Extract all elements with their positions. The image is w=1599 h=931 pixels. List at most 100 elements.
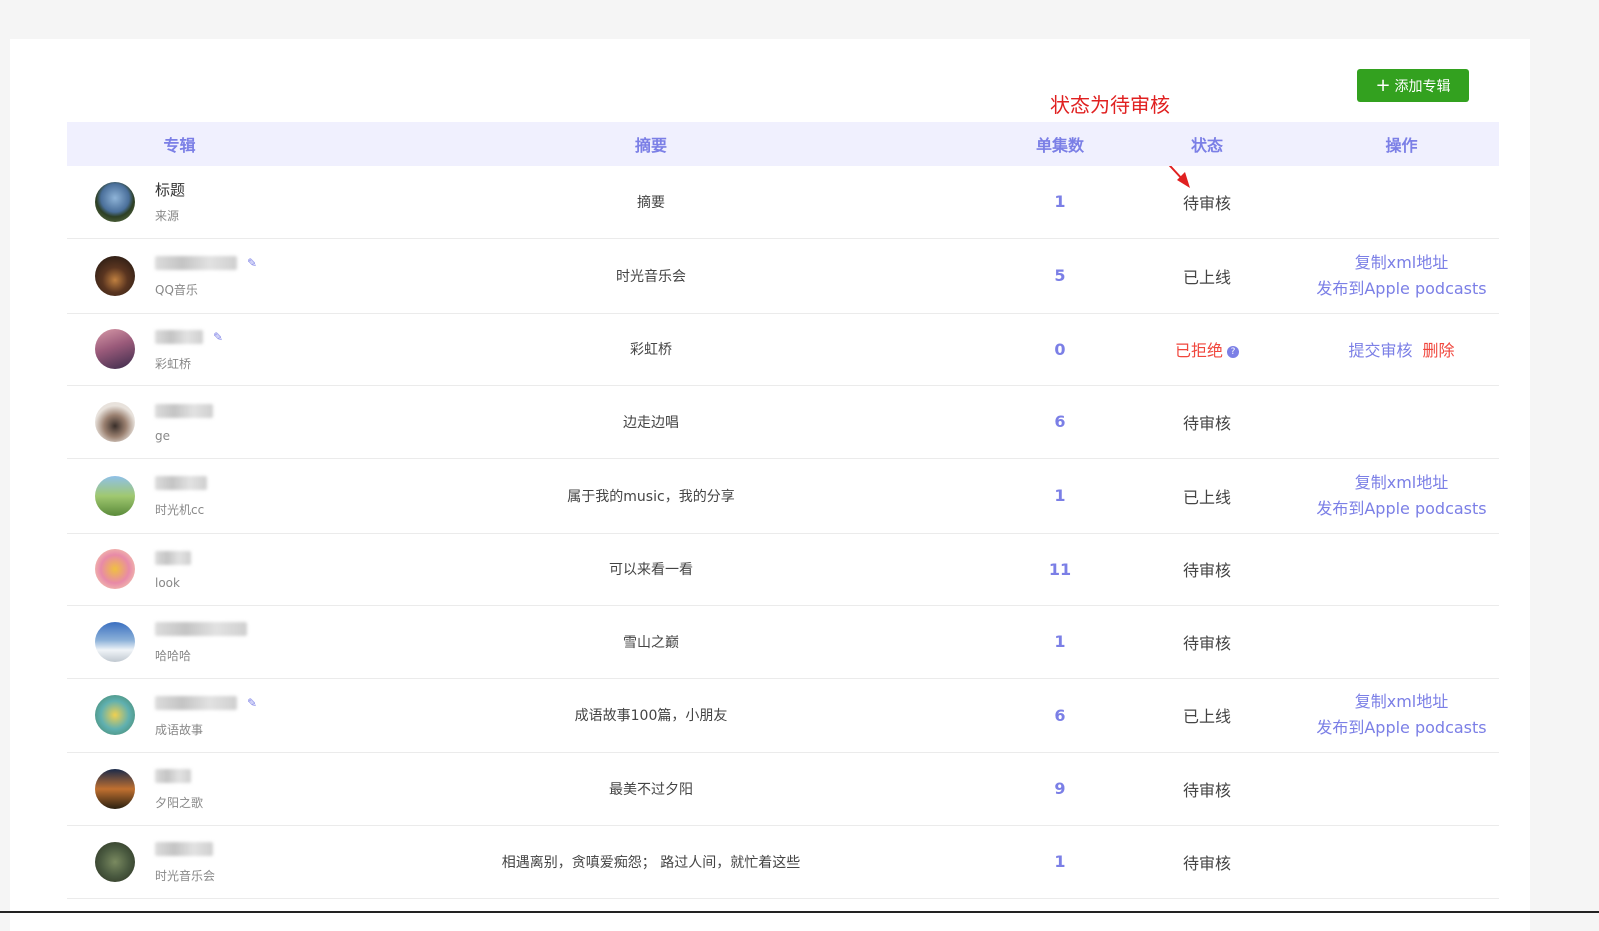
album-source: 来源 (155, 209, 180, 224)
album-source: look (155, 576, 180, 590)
album-title-redacted: ✎ (155, 327, 223, 347)
col-header-ops: 操作 (1385, 136, 1418, 155)
album-cell: ✎ QQ音乐 (67, 238, 292, 313)
help-icon[interactable]: ? (1227, 346, 1239, 358)
col-header-summary: 摘要 (634, 136, 667, 155)
episode-count[interactable]: 1 (1054, 632, 1065, 651)
status-cell: 待审核 (1110, 385, 1304, 458)
episode-count[interactable]: 1 (1054, 486, 1065, 505)
status-text: 已上线 (1182, 267, 1231, 287)
album-summary: 可以来看一看 (609, 562, 693, 578)
status-text: 待审核 (1182, 193, 1231, 213)
status-cell: 已拒绝? (1110, 313, 1304, 385)
add-album-button[interactable]: + 添加专辑 (1357, 69, 1469, 102)
album-cover[interactable] (95, 841, 135, 882)
delete-link[interactable]: 删除 (1423, 341, 1455, 360)
episode-count-cell: 9 (1010, 752, 1110, 825)
album-source: 成语故事 (155, 722, 204, 737)
status-text: 待审核 (1182, 633, 1231, 653)
album-cover[interactable] (95, 695, 135, 735)
album-cell: look (67, 533, 292, 605)
status-cell: 待审核 (1110, 825, 1304, 898)
album-source: QQ音乐 (155, 283, 198, 297)
copy-xml-link[interactable]: 复制xml地址 (1304, 250, 1499, 276)
album-cover[interactable] (95, 329, 135, 369)
album-cell: ge (67, 385, 292, 458)
redacted-title (155, 256, 237, 270)
col-header-status: 状态 (1190, 136, 1223, 155)
copy-xml-link[interactable]: 复制xml地址 (1304, 689, 1499, 715)
episode-count[interactable]: 6 (1054, 412, 1065, 431)
redacted-title (155, 403, 213, 418)
status-text: 已拒绝 (1174, 341, 1223, 360)
episode-count[interactable]: 11 (1049, 560, 1071, 579)
edit-icon[interactable]: ✎ (247, 696, 257, 710)
album-title-redacted (155, 619, 247, 639)
episode-count[interactable]: 9 (1054, 779, 1065, 798)
status-text: 已上线 (1182, 487, 1231, 507)
album-cover[interactable] (95, 255, 135, 296)
album-source: 彩虹桥 (155, 356, 192, 371)
episode-count-cell: 5 (1010, 238, 1110, 313)
table-row: ✎ 成语故事 成语故事100篇，小朋友 6 已上线 复制xml地址 发布到Apple pod… (67, 678, 1499, 752)
album-title-redacted: ✎ (155, 253, 257, 273)
album-title-redacted (155, 766, 203, 786)
episode-count[interactable]: 1 (1054, 192, 1065, 211)
episode-count-cell: 6 (1010, 678, 1110, 752)
album-source: 时光机cc (155, 503, 205, 517)
ops-cell: 提交审核 删除 (1304, 313, 1499, 385)
annotation-text: 状态为待审核 (1050, 93, 1170, 117)
album-summary: 边走边唱 (623, 414, 679, 431)
publish-apple-podcasts-link[interactable]: 发布到Apple podcasts (1304, 496, 1499, 522)
episode-count[interactable]: 6 (1054, 706, 1065, 725)
album-cover[interactable] (95, 401, 135, 442)
table-row: 时光音乐会 相遇离别，贪嗔爱痴怨； 路过人间，就忙着这些 1 待审核 (67, 825, 1499, 898)
ops-cell: 复制xml地址 发布到Apple podcasts (1304, 238, 1499, 313)
ops-cell (1304, 752, 1499, 825)
album-title-redacted (155, 401, 213, 421)
redacted-title (155, 622, 247, 636)
episode-count[interactable]: 0 (1054, 340, 1065, 359)
album-cover[interactable] (95, 621, 135, 662)
album-cover[interactable] (95, 475, 135, 516)
album-title: 标题 (155, 180, 186, 199)
episode-count-cell: 1 (1010, 825, 1110, 898)
table-row: look 可以来看一看 11 待审核 (67, 533, 1499, 605)
status-cell: 待审核 (1110, 533, 1304, 605)
table-header: 专辑 摘要 单集数 状态 操作 (67, 122, 1499, 166)
ops-cell (1304, 533, 1499, 605)
table-row: ✎ QQ音乐 时光音乐会 5 已上线 复制xml地址 发布到Apple podcasts (67, 238, 1499, 313)
status-cell: 已上线 (1110, 238, 1304, 313)
episode-count[interactable]: 5 (1054, 266, 1065, 285)
album-cover[interactable] (95, 549, 135, 589)
copy-xml-link[interactable]: 复制xml地址 (1304, 470, 1499, 496)
table-row: ✎ 彩虹桥 彩虹桥 0 已拒绝? 提交审核 删除 (67, 313, 1499, 385)
edit-icon[interactable]: ✎ (213, 330, 223, 344)
status-text: 已上线 (1182, 707, 1231, 726)
episode-count-cell: 11 (1010, 533, 1110, 605)
status-text: 待审核 (1182, 780, 1231, 800)
status-text: 待审核 (1182, 561, 1231, 580)
col-header-album: 专辑 (163, 136, 196, 155)
album-cell: ✎ 成语故事 (67, 678, 292, 752)
episode-count[interactable]: 1 (1054, 852, 1065, 871)
album-source: 夕阳之歌 (155, 796, 204, 810)
status-cell: 已上线 (1110, 458, 1304, 533)
album-cell: 时光音乐会 (67, 825, 292, 898)
table-row: 标题 来源 摘要 1 待审核 (67, 166, 1499, 238)
album-source: 哈哈哈 (155, 649, 192, 663)
album-title-redacted: ✎ (155, 693, 257, 713)
album-summary: 时光音乐会 (616, 268, 686, 285)
publish-apple-podcasts-link[interactable]: 发布到Apple podcasts (1304, 276, 1499, 302)
submit-review-link[interactable]: 提交审核 (1348, 341, 1412, 360)
redacted-title (155, 769, 191, 783)
edit-icon[interactable]: ✎ (247, 256, 257, 270)
album-cover[interactable] (95, 768, 135, 809)
episode-count-cell: 1 (1010, 166, 1110, 238)
album-cover[interactable] (95, 181, 135, 222)
redacted-title (155, 329, 203, 344)
publish-apple-podcasts-link[interactable]: 发布到Apple podcasts (1304, 715, 1499, 741)
redacted-title (155, 476, 207, 490)
status-cell: 待审核 (1110, 605, 1304, 678)
album-table: 专辑 摘要 单集数 状态 操作 标题 来源 摘要 1 待审核 ✎ QQ音乐 时光音乐会 5 已上线… (67, 122, 1499, 899)
